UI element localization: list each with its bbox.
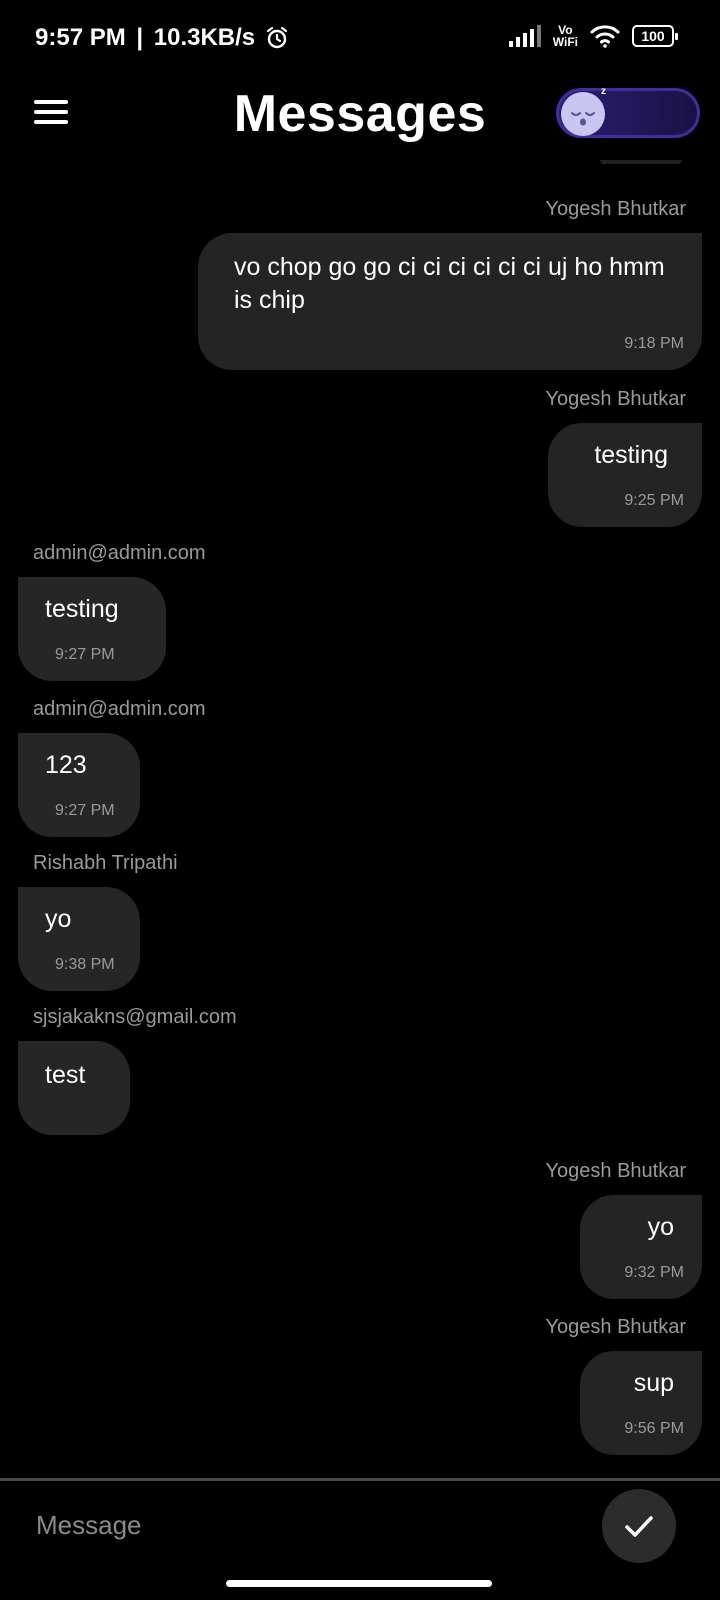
message-input[interactable] [36, 1505, 556, 1545]
message-bubble[interactable]: yo 9:32 PM [580, 1195, 702, 1299]
message-item: Rishabh Tripathi yo 9:38 PM [18, 852, 178, 991]
message-bubble[interactable]: sup 9:56 PM [580, 1351, 702, 1455]
home-indicator[interactable] [226, 1580, 492, 1587]
message-item: Yogesh Bhutkar vo chop go go ci ci ci ci… [198, 198, 702, 370]
status-time: 9:57 PM [35, 24, 126, 51]
message-time: 9:27 PM [55, 802, 115, 819]
message-text: vo chop go go ci ci ci ci ci ci uj ho hm… [234, 253, 665, 314]
vowifi-indicator: Vo WiFi [553, 24, 578, 48]
message-text: testing [45, 595, 119, 623]
message-text: sup [633, 1369, 674, 1397]
message-bubble[interactable]: testing 9:25 PM [548, 423, 702, 527]
message-text: yo [45, 905, 72, 933]
message-sender: sjsjakakns@gmail.com [33, 1006, 237, 1028]
message-time: 9:27 PM [55, 646, 115, 663]
message-time: 9:38 PM [55, 956, 115, 973]
message-bubble[interactable]: 123 9:27 PM [18, 733, 140, 837]
sleeping-moon-icon: z [561, 86, 606, 136]
status-separator: | [129, 24, 150, 51]
status-right: Vo WiFi 100 [508, 24, 678, 48]
status-bar: 9:57 PM | 10.3KB/s Vo WiFi 100 [0, 0, 720, 78]
status-left: 9:57 PM | 10.3KB/s [35, 24, 289, 52]
sleep-badge: z [601, 86, 606, 97]
message-text: 123 [45, 751, 87, 779]
message-item: sjsjakakns@gmail.com test [18, 1006, 237, 1135]
message-time: 9:56 PM [624, 1420, 684, 1437]
send-button[interactable] [602, 1489, 676, 1563]
vowifi-bottom: WiFi [552, 35, 578, 49]
message-time: 9:32 PM [624, 1264, 684, 1281]
message-bubble[interactable]: vo chop go go ci ci ci ci ci ci uj ho hm… [198, 233, 702, 370]
checkmark-icon [625, 1516, 653, 1537]
message-text: test [45, 1061, 86, 1089]
message-bubble[interactable]: testing 9:27 PM [18, 577, 166, 681]
message-time: 9:25 PM [624, 492, 684, 509]
alarm-icon [267, 26, 288, 49]
theme-toggle[interactable]: z [556, 86, 700, 138]
message-sender: admin@admin.com [33, 698, 206, 720]
wifi-icon [590, 25, 620, 48]
message-sender: Yogesh Bhutkar [545, 1160, 686, 1182]
message-item: admin@admin.com testing 9:27 PM [18, 542, 206, 681]
message-bubble[interactable]: test [18, 1041, 130, 1135]
network-speed: 10.3KB/s [153, 24, 256, 51]
battery-icon: 100 [632, 25, 678, 47]
message-bubble[interactable]: yo 9:38 PM [18, 887, 140, 991]
message-text: testing [594, 441, 668, 469]
message-item: Yogesh Bhutkar testing 9:25 PM [546, 388, 702, 527]
scroll-edge [600, 160, 682, 164]
signal-bars-icon [508, 25, 541, 47]
message-text: yo [647, 1213, 674, 1241]
message-composer [0, 1481, 720, 1579]
battery-level: 100 [641, 28, 665, 44]
message-item: admin@admin.com 123 9:27 PM [18, 698, 206, 837]
message-sender: Rishabh Tripathi [33, 852, 178, 874]
message-item: Yogesh Bhutkar sup 9:56 PM [546, 1316, 702, 1455]
message-item: Yogesh Bhutkar yo 9:32 PM [546, 1160, 702, 1299]
message-sender: Yogesh Bhutkar [545, 388, 686, 410]
message-time: 9:18 PM [624, 335, 684, 352]
message-sender: Yogesh Bhutkar [545, 198, 686, 220]
message-sender: admin@admin.com [33, 542, 206, 564]
message-sender: Yogesh Bhutkar [545, 1316, 686, 1338]
chat-list[interactable]: Yogesh Bhutkar vo chop go go ci ci ci ci… [0, 160, 720, 1478]
